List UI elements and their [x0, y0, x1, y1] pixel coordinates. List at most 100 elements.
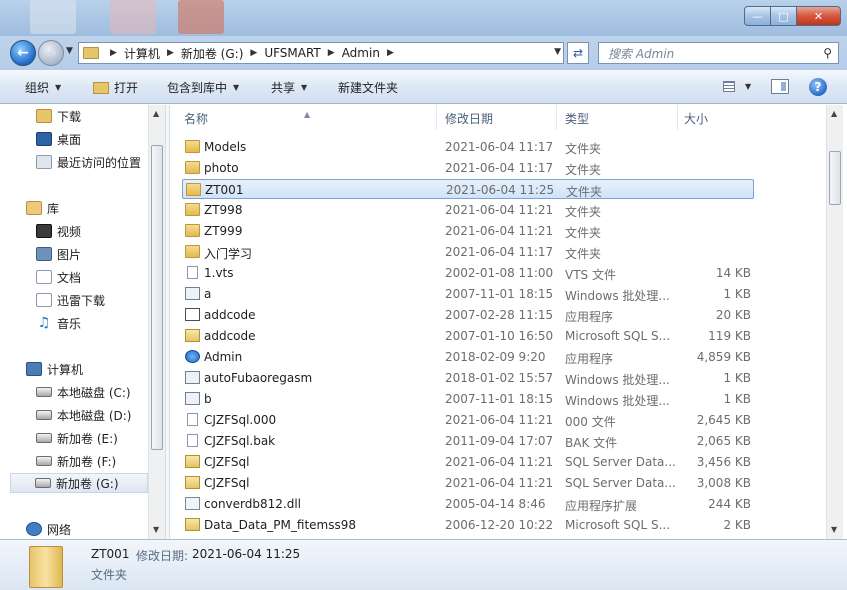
breadcrumb-drive-g[interactable]: 新加卷 (G:) [181, 45, 244, 62]
search-input[interactable]: 搜索 Admin ⚲ [598, 42, 839, 64]
file-date: 2011-09-04 17:07 [445, 434, 554, 448]
chevron-down-icon: ▼ [301, 83, 308, 92]
file-list-scrollbar[interactable]: ▲ ▼ [826, 105, 843, 539]
nav-label: 最近访问的位置 [57, 155, 142, 170]
file-row[interactable]: Admin 2018-02-09 9:20 应用程序 4,859 KB [182, 347, 754, 367]
file-row[interactable]: photo 2021-06-04 11:17 文件夹 [182, 158, 754, 178]
file-icon [187, 434, 198, 447]
chevron-right-icon[interactable]: ▶ [110, 48, 117, 58]
file-row[interactable]: Models 2021-06-04 11:17 文件夹 [182, 137, 754, 157]
scroll-down-icon[interactable]: ▼ [831, 525, 837, 534]
nav-item-recent[interactable]: 最近访问的位置 [36, 152, 141, 172]
file-row[interactable]: addcode 2007-02-28 11:15 应用程序 20 KB [182, 305, 754, 325]
scroll-down-icon[interactable]: ▼ [153, 525, 159, 534]
column-divider[interactable] [436, 105, 437, 130]
scroll-up-icon[interactable]: ▲ [831, 109, 837, 118]
address-dropdown-icon[interactable]: ▼ [554, 47, 561, 57]
file-row[interactable]: CJZFSql 2021-06-04 11:21 SQL Server Data..… [182, 473, 754, 493]
view-icon[interactable] [723, 81, 735, 92]
bat-icon [185, 287, 200, 300]
details-pane: ZT001 修改日期: 2021-06-04 11:25 文件夹 [0, 539, 847, 590]
minimize-button[interactable]: — [744, 6, 771, 26]
nav-item-downloads[interactable]: 下载 [36, 106, 81, 126]
file-date: 2005-04-14 8:46 [445, 497, 546, 511]
recent-pages-dropdown-icon[interactable]: ▼ [66, 46, 73, 56]
file-name: Data_Data_PM_fitemss98 [204, 518, 357, 532]
chevron-right-icon[interactable]: ▶ [250, 48, 257, 58]
nav-item-network[interactable]: 网络 [26, 519, 71, 539]
address-bar[interactable]: ▶ 计算机 ▶ 新加卷 (G:) ▶ UFSMART ▶ Admin ▶ ▼ [78, 42, 564, 64]
new-folder-button[interactable]: 新建文件夹 [338, 79, 398, 96]
nav-label: 计算机 [47, 362, 84, 377]
scroll-up-icon[interactable]: ▲ [153, 109, 159, 118]
chevron-right-icon[interactable]: ▶ [167, 48, 174, 58]
close-button[interactable]: ✕ [797, 6, 841, 26]
file-row[interactable]: ZT998 2021-06-04 11:21 文件夹 [182, 200, 754, 220]
column-size-header[interactable]: 大小 [684, 110, 708, 127]
organize-button[interactable]: 组织 ▼ [25, 79, 61, 96]
nav-item-libraries[interactable]: 库 [26, 198, 59, 218]
scrollbar-thumb[interactable] [829, 151, 841, 205]
nav-item-computer[interactable]: 计算机 [26, 359, 83, 379]
help-icon[interactable]: ? [809, 78, 827, 96]
nav-item-drive-c[interactable]: 本地磁盘 (C:) [36, 382, 131, 402]
column-name-header[interactable]: 名称 [184, 110, 208, 127]
nav-item-drive-e[interactable]: 新加卷 (E:) [36, 428, 118, 448]
nav-item-desktop[interactable]: 桌面 [36, 129, 81, 149]
nav-label: 本地磁盘 (D:) [57, 408, 132, 423]
file-type: 文件夹 [565, 247, 602, 261]
file-row[interactable]: autoFubaoregasm 2018-01-02 15:57 Windows 批… [182, 368, 754, 388]
file-row[interactable]: 1.vts 2002-01-08 11:00 VTS 文件 14 KB [182, 263, 754, 283]
nav-scrollbar[interactable]: ▲ ▼ [148, 105, 165, 539]
file-row[interactable]: a 2007-11-01 18:15 Windows 批处理... 1 KB [182, 284, 754, 304]
sql-icon [185, 518, 200, 531]
file-row[interactable]: Data_Data_PM_fitemss98 2006-12-20 10:22 Mi… [182, 515, 754, 535]
column-type-header[interactable]: 类型 [565, 110, 589, 127]
maximize-button[interactable]: □ [771, 6, 797, 26]
column-date-header[interactable]: 修改日期 [445, 110, 493, 127]
file-row[interactable]: ZT999 2021-06-04 11:21 文件夹 [182, 221, 754, 241]
nav-item-videos[interactable]: 视频 [36, 221, 81, 241]
nav-item-drive-d[interactable]: 本地磁盘 (D:) [36, 405, 131, 425]
file-row[interactable]: CJZFSql.000 2021-06-04 11:21 000 文件 2,645 K… [182, 410, 754, 430]
file-name: Models [204, 140, 247, 154]
column-divider[interactable] [556, 105, 557, 130]
file-row[interactable]: ZT001 2021-06-04 11:25 文件夹 [182, 179, 754, 199]
preview-pane-icon[interactable] [771, 79, 789, 94]
search-icon[interactable]: ⚲ [823, 46, 832, 60]
column-divider[interactable] [677, 105, 678, 130]
nav-item-drive-f[interactable]: 新加卷 (F:) [36, 451, 116, 471]
file-row[interactable]: CJZFSql 2021-06-04 11:21 SQL Server Data..… [182, 452, 754, 472]
file-row[interactable]: CJZFSql.bak 2011-09-04 17:07 BAK 文件 2,065 K… [182, 431, 754, 451]
forward-button[interactable]: → [38, 40, 64, 66]
file-row[interactable]: addcode 2007-01-10 16:50 Microsoft SQL S..… [182, 326, 754, 346]
share-button[interactable]: 共享 ▼ [271, 79, 307, 96]
chevron-down-icon[interactable]: ▼ [745, 82, 751, 91]
file-row[interactable]: b 2007-11-01 18:15 Windows 批处理... 1 KB [182, 389, 754, 409]
nav-item-pictures[interactable]: 图片 [36, 244, 81, 264]
back-button[interactable]: ← [10, 40, 36, 66]
file-name: CJZFSql.bak [204, 434, 276, 448]
nav-item-documents[interactable]: 文档 [36, 267, 81, 287]
nav-item-drive-g[interactable]: 新加卷 (G:) [10, 473, 148, 493]
include-library-button[interactable]: 包含到库中 ▼ [167, 79, 239, 96]
file-row[interactable]: 入门学习 2021-06-04 11:17 文件夹 [182, 242, 754, 262]
open-icon [93, 81, 109, 94]
scrollbar-thumb[interactable] [151, 145, 163, 450]
breadcrumb-computer[interactable]: 计算机 [124, 45, 160, 62]
nav-item-xunlei[interactable]: 迅雷下载 [36, 290, 105, 310]
file-type: 应用程序 [565, 310, 614, 324]
file-name: 入门学习 [204, 247, 253, 261]
chevron-right-icon[interactable]: ▶ [387, 48, 394, 58]
chevron-right-icon[interactable]: ▶ [328, 48, 335, 58]
breadcrumb-admin[interactable]: Admin [342, 46, 380, 60]
command-toolbar: 组织 ▼ 打开 包含到库中 ▼ 共享 ▼ 新建文件夹 ▼ ? [0, 70, 847, 104]
nav-item-music[interactable]: ♫ 音乐 [36, 313, 81, 333]
open-button[interactable]: 打开 [93, 79, 138, 96]
file-type: Microsoft SQL S... [565, 329, 671, 343]
xunlei-downloads-icon [36, 293, 52, 307]
refresh-button[interactable]: ⇄ [567, 42, 589, 64]
admin-icon [185, 350, 200, 363]
file-row[interactable]: converdb812.dll 2005-04-14 8:46 应用程序扩展 244 … [182, 494, 754, 514]
breadcrumb-ufsmart[interactable]: UFSMART [264, 46, 320, 60]
